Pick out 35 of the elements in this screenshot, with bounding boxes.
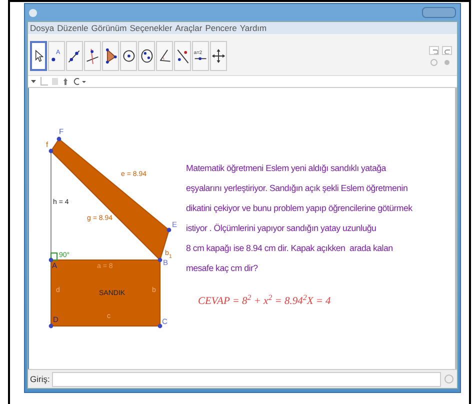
style-bar-toggle-icon[interactable]	[31, 79, 36, 84]
answer-formula: CEVAP = 8$^{2}$ + x$^{2}$ = 8.94$^{2}$X = 4	[198, 294, 332, 309]
right-angle-icon	[50, 252, 58, 260]
menu-item[interactable]: Pencere	[205, 24, 237, 32]
point-icon	[48, 324, 54, 328]
point-icon	[56, 136, 62, 142]
move-tool-button[interactable]	[30, 41, 47, 71]
menu-item[interactable]: Görünüm	[91, 24, 127, 32]
menu-item[interactable]: Seçenekler	[130, 24, 172, 32]
point-icon	[158, 324, 162, 328]
pan-tool-button[interactable]	[210, 41, 227, 71]
app-icon	[29, 8, 37, 16]
graphics-view[interactable]	[28, 88, 457, 369]
reflect-tool-button[interactable]	[174, 41, 191, 71]
menu-item[interactable]: Araçlar	[175, 24, 202, 32]
perpendicular-tool-button[interactable]	[84, 41, 101, 71]
undo-icon[interactable]	[429, 46, 439, 54]
menu-item[interactable]: Dosya	[30, 24, 54, 32]
menu-item[interactable]: Yardım	[240, 24, 267, 32]
point-icon	[48, 148, 54, 154]
angle-tool-button[interactable]	[156, 41, 173, 71]
point-icon	[166, 228, 172, 232]
circle-tool-button[interactable]	[120, 41, 137, 71]
line-tool-button[interactable]	[66, 41, 83, 71]
redo-icon[interactable]	[442, 46, 452, 54]
problem-text: Matematik öğretmeni Eslem yeni aldığı sandıklı yatağa eşyalarını yerleştiriyor. Sandığın açık şekli Eslem öğretmenin dikatini çekiyor ve bunu problem yapıp öğrencilerine götürmek istiyor . Ölçümlerini yapıyor sandığın yatay uzunluğu 8 cm kapağı ise 8.94 cm dir. Kapak açıkken arada kalan mesafe kaç cm dir?	[186, 162, 414, 275]
input-label: Giriş:	[30, 372, 50, 386]
point-capture-icon[interactable]	[62, 77, 69, 86]
polygon-tool-button[interactable]	[102, 41, 119, 71]
menu-item[interactable]: Düzenle	[57, 24, 88, 32]
capture-mode-icon[interactable]	[73, 77, 86, 86]
point-icon	[158, 258, 162, 262]
ellipse-tool-button[interactable]	[138, 41, 155, 71]
input-field[interactable]	[52, 372, 441, 386]
point-icon	[48, 258, 54, 262]
